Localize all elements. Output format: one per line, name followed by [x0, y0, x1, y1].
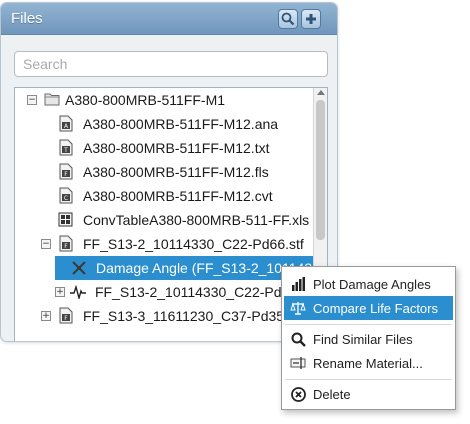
file-a-icon: A	[59, 115, 73, 132]
file-f-icon: F	[59, 307, 73, 324]
menu-item-plot-damage-angles[interactable]: Plot Damage Angles	[284, 272, 453, 296]
spreadsheet-icon	[58, 212, 73, 227]
search-input[interactable]	[14, 51, 328, 77]
tree-item-stf-file[interactable]: + F FF_S13-3_11611230_C37-Pd35.stf	[15, 304, 313, 328]
tree-item-file[interactable]: T A380-800MRB-511FF-M12.txt	[15, 136, 313, 160]
signal-icon	[70, 285, 86, 299]
tree-item-label: A380-800MRB-511FF-M12.ana	[83, 116, 279, 132]
file-t-icon: T	[59, 139, 73, 156]
menu-item-label: Find Similar Files	[313, 331, 413, 347]
tree-item-label: A380-800MRB-511FF-M12.txt	[83, 140, 270, 156]
tree-item-file[interactable]: A A380-800MRB-511FF-M12.ana	[15, 112, 313, 136]
menu-item-find-similar-files[interactable]: Find Similar Files	[284, 327, 453, 351]
collapse-toggle[interactable]: −	[27, 95, 37, 105]
menu-item-compare-life-factors[interactable]: Compare Life Factors	[284, 296, 453, 320]
menu-item-delete[interactable]: Delete	[284, 382, 453, 406]
scroll-thumb[interactable]	[316, 100, 325, 240]
header-search-button[interactable]	[278, 9, 298, 29]
expand-toggle[interactable]: +	[41, 311, 51, 321]
context-menu: Plot Damage Angles Compare Life Factors …	[281, 266, 456, 410]
expand-toggle[interactable]: +	[55, 287, 65, 297]
file-badge: F	[64, 315, 68, 322]
tree-item-root-folder[interactable]: − A380-800MRB-511FF-M1	[15, 88, 313, 112]
file-badge: F	[64, 171, 68, 178]
menu-item-label: Plot Damage Angles	[313, 276, 431, 292]
tree-item-label: FF_S13-3_11611230_C37-Pd35.stf	[83, 308, 303, 324]
menu-separator	[285, 324, 452, 325]
header-add-button[interactable]	[301, 9, 321, 29]
menu-separator	[285, 379, 452, 380]
menu-item-label: Compare Life Factors	[313, 300, 438, 316]
file-f-icon: F	[59, 163, 73, 180]
panel-header: Files	[1, 3, 337, 35]
tree-item-label: A380-800MRB-511FF-M1	[65, 92, 226, 108]
tree-item-label: A380-800MRB-511FF-M12.fls	[83, 164, 269, 180]
file-f-icon: F	[59, 235, 73, 252]
plus-icon	[306, 14, 316, 24]
rename-icon	[290, 355, 306, 371]
tree-item-file[interactable]: ConvTableA380-800MRB-511-FF.xls	[15, 208, 313, 232]
tree-item-label: FF_S13-2_10114330_C22-Pd66	[95, 284, 298, 300]
scroll-up-arrow-icon[interactable]	[317, 90, 325, 95]
scales-icon	[290, 300, 306, 316]
file-badge: C	[64, 195, 68, 202]
folder-icon	[44, 93, 60, 106]
menu-item-rename-material[interactable]: Rename Material...	[284, 351, 453, 375]
file-badge: T	[63, 147, 68, 154]
collapse-toggle[interactable]: −	[41, 239, 51, 249]
tree-item-stf-file[interactable]: − F FF_S13-2_10114330_C22-Pd66.stf	[15, 232, 313, 256]
menu-item-label: Delete	[313, 386, 351, 402]
magnifier-icon	[290, 331, 306, 347]
tree-item-damage-angle[interactable]: Damage Angle (FF_S13-2_10114330	[55, 256, 327, 280]
delete-icon	[290, 386, 306, 402]
tree-item-file[interactable]: C A380-800MRB-511FF-M12.cvt	[15, 184, 313, 208]
bar-chart-icon	[290, 276, 306, 292]
damage-angle-icon	[72, 261, 86, 275]
menu-item-label: Rename Material...	[313, 355, 423, 371]
tree-item-label: ConvTableA380-800MRB-511-FF.xls	[83, 212, 310, 228]
file-badge: F	[64, 243, 68, 250]
panel-title: Files	[11, 10, 43, 27]
search-icon	[281, 12, 295, 26]
tree-item-label: FF_S13-2_10114330_C22-Pd66.stf	[83, 236, 304, 252]
tree-item-signal[interactable]: + FF_S13-2_10114330_C22-Pd66	[15, 280, 313, 304]
tree-item-file[interactable]: F A380-800MRB-511FF-M12.fls	[15, 160, 313, 184]
file-c-icon: C	[59, 187, 73, 204]
tree-item-label: A380-800MRB-511FF-M12.cvt	[83, 188, 273, 204]
